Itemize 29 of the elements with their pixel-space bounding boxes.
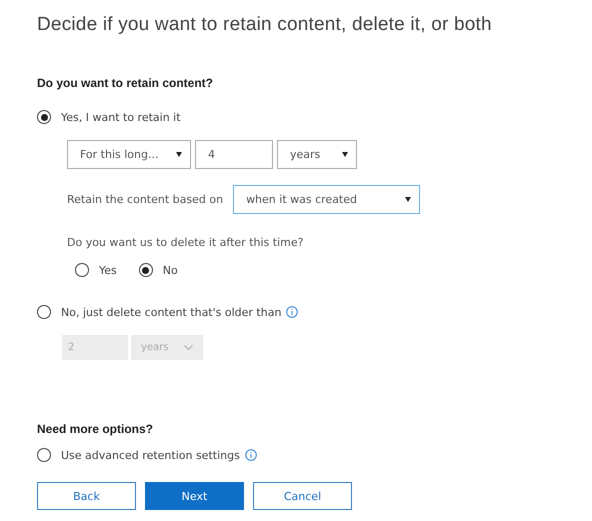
caret-icon <box>342 152 348 157</box>
radio-button[interactable] <box>37 110 51 124</box>
field-label: Retain the content based on <box>67 193 224 206</box>
radio-button[interactable] <box>37 448 51 462</box>
dropdown[interactable]: when it was created <box>233 185 420 214</box>
radio-button[interactable] <box>75 263 89 277</box>
caret-icon <box>176 152 182 157</box>
dropdown[interactable]: For this long... <box>67 140 191 169</box>
caret-icon <box>405 197 412 202</box>
secondary-button[interactable]: Back <box>37 482 136 510</box>
input-field[interactable]: 4 <box>195 140 273 169</box>
radio-label: No <box>162 264 178 276</box>
info-icon[interactable] <box>244 449 257 461</box>
dropdown[interactable]: years <box>277 140 357 169</box>
page-title: Decide if you want to retain content, delete it, or both <box>37 14 493 36</box>
primary-button[interactable]: Next <box>145 482 244 510</box>
chevron-icon <box>184 345 193 350</box>
radio-label: Use advanced retention settings <box>61 448 240 462</box>
radio-label: Yes, I want to retain it <box>61 110 181 124</box>
question-text: Do you want us to delete it after this time? <box>67 236 304 249</box>
section-heading: Need more options? <box>37 422 154 436</box>
radio-button[interactable] <box>138 263 153 277</box>
info-icon[interactable] <box>286 306 298 318</box>
input-field: 2 <box>62 335 128 360</box>
secondary-button[interactable]: Cancel <box>253 482 352 510</box>
section-heading: Do you want to retain content? <box>37 76 214 90</box>
radio-label: Yes <box>99 264 117 276</box>
dropdown: years <box>131 335 203 360</box>
radio-label: No, just delete content that's older than <box>61 306 282 318</box>
